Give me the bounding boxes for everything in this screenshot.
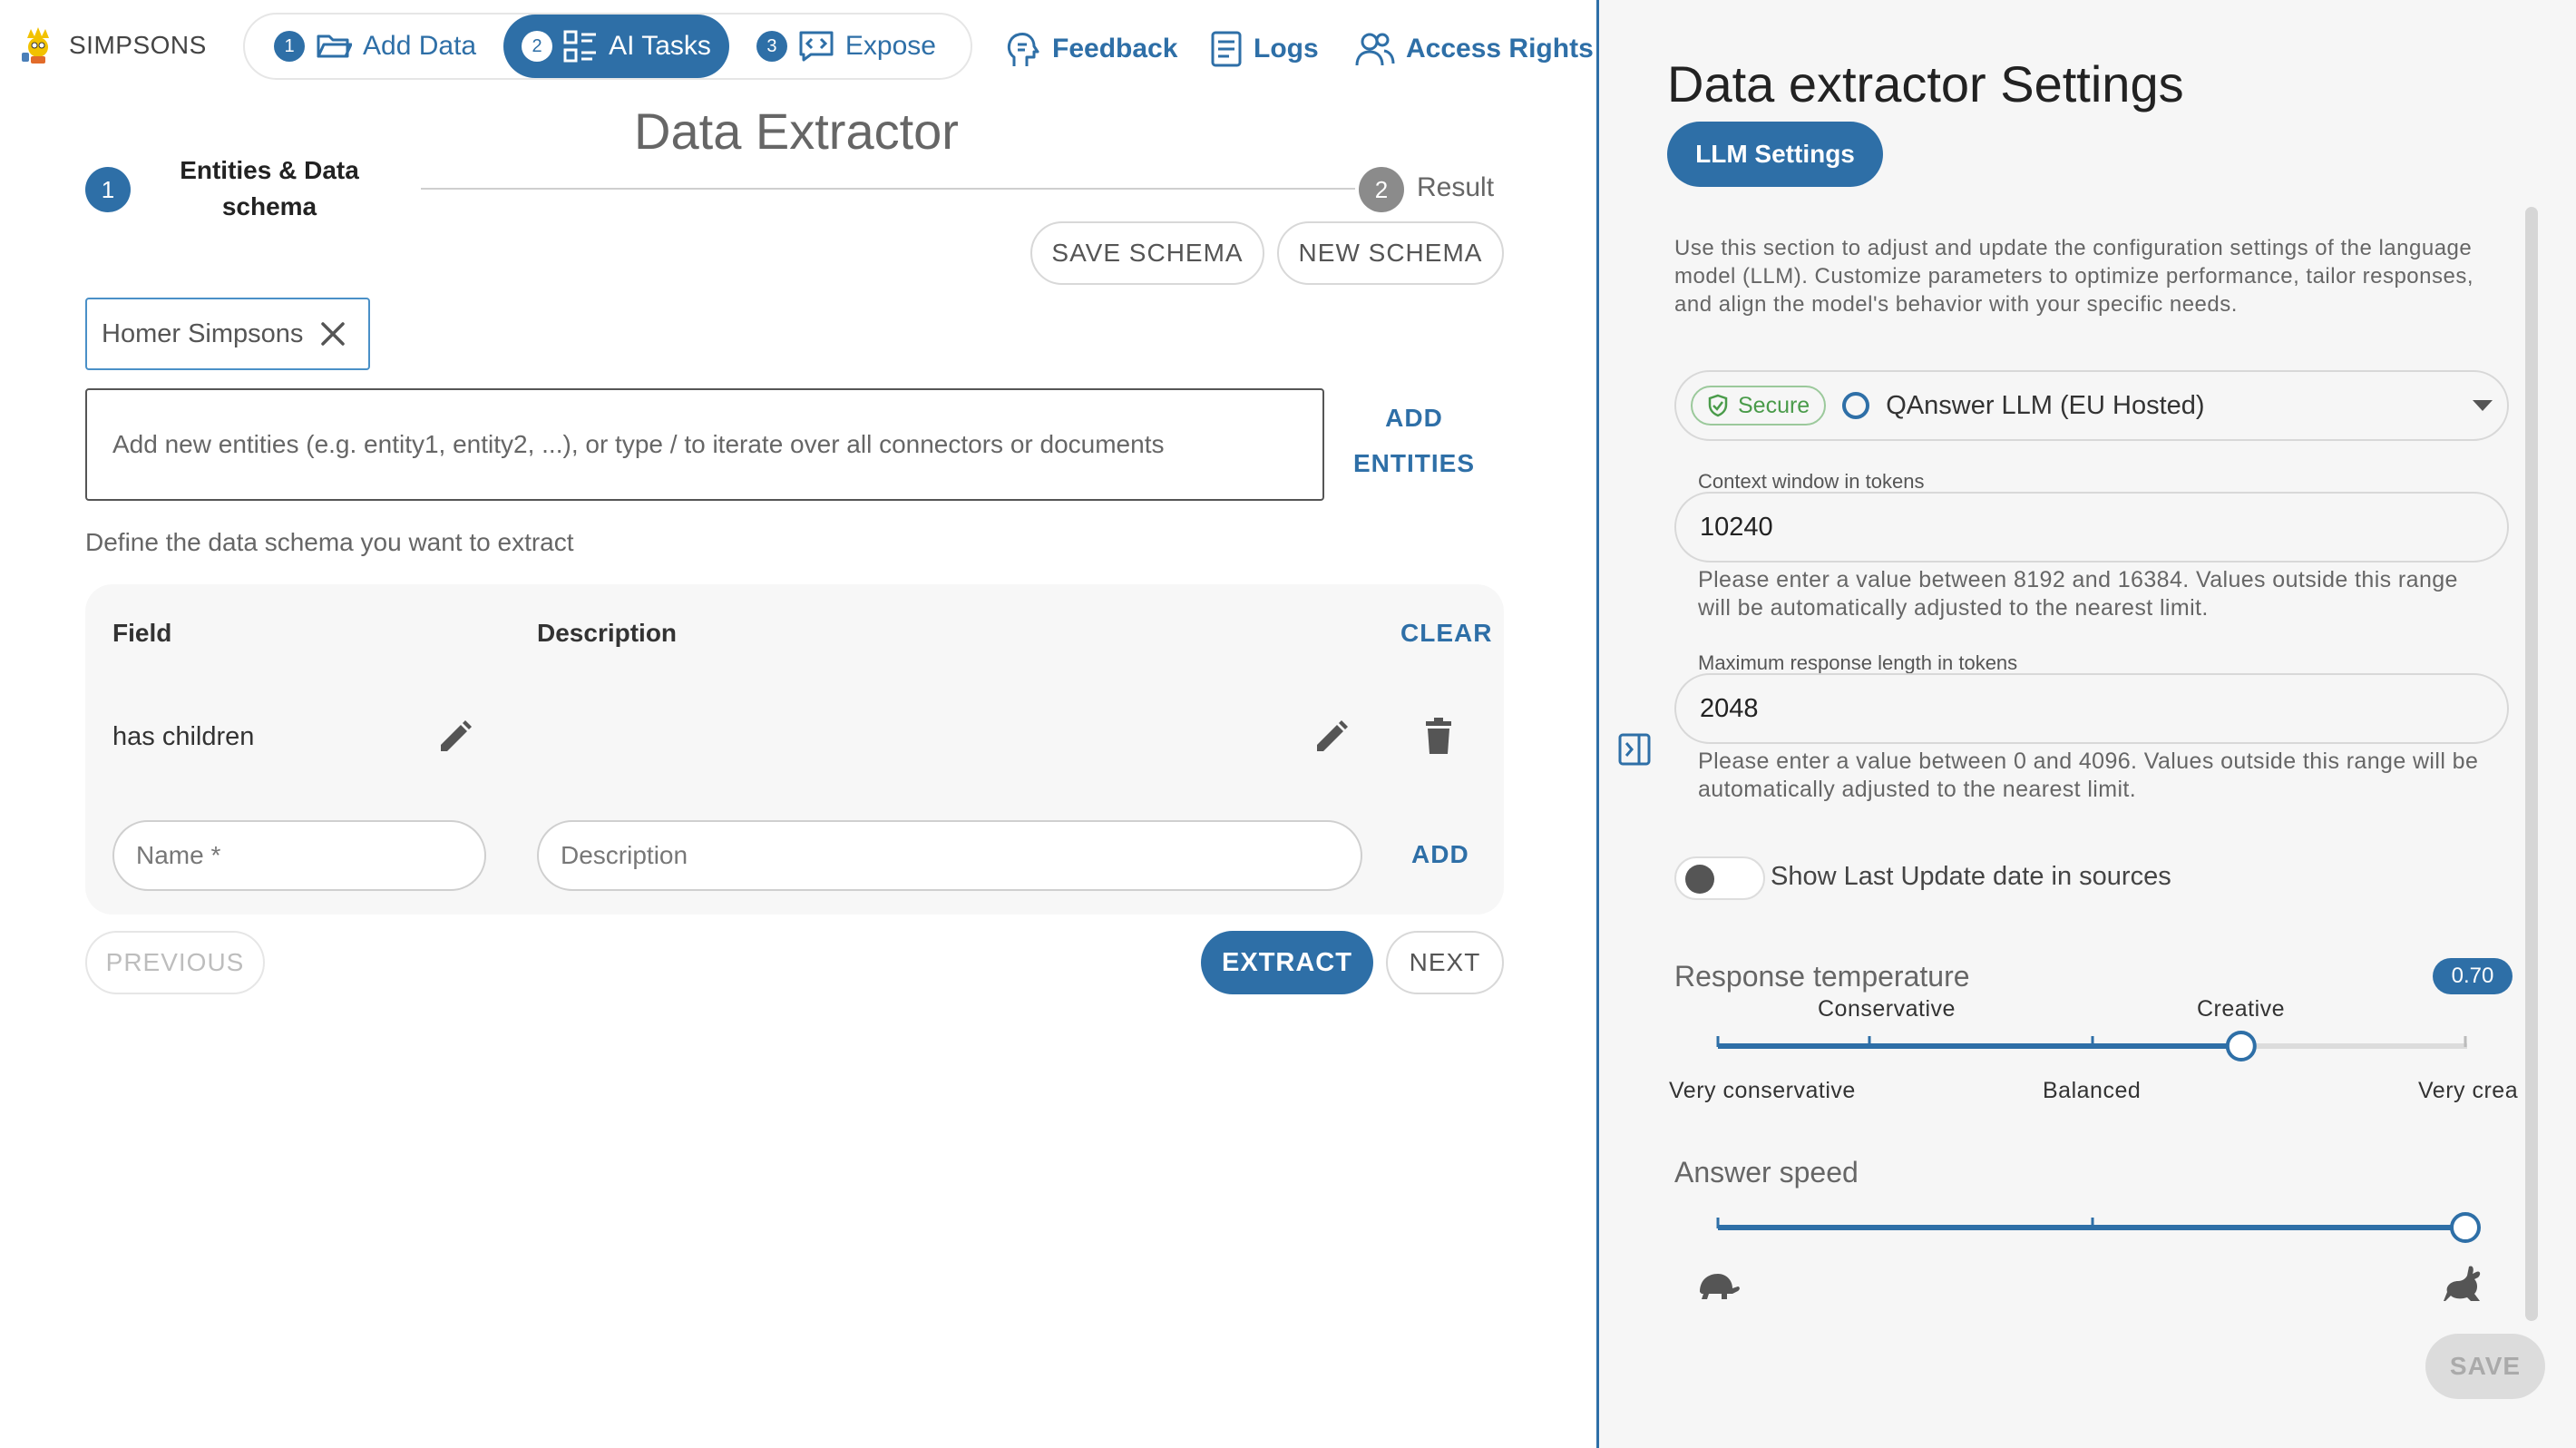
clear-button[interactable]: CLEAR: [1400, 619, 1492, 648]
field-description-input[interactable]: Description: [537, 820, 1362, 891]
field-name-placeholder: Name *: [136, 841, 221, 869]
previous-button[interactable]: PREVIOUS: [85, 931, 265, 994]
context-window-value: 10240: [1700, 512, 1773, 542]
temperature-mark-very-creative: Very crea: [2418, 1078, 2519, 1103]
temperature-mark-balanced: Balanced: [2043, 1078, 2142, 1103]
access-rights-link[interactable]: Access Rights: [1355, 24, 1594, 74]
edit-field-icon[interactable]: [434, 715, 477, 758]
column-header-description: Description: [537, 619, 678, 647]
nav-step-add-data[interactable]: 1 Add Data: [256, 15, 494, 78]
max-response-label: Maximum response length in tokens: [1691, 651, 2025, 675]
secure-badge: Secure: [1691, 386, 1827, 426]
model-status-icon: [1842, 392, 1870, 419]
max-response-value: 2048: [1700, 693, 1759, 723]
temperature-mark-conservative: Conservative: [1818, 996, 1956, 1022]
shield-check-icon: [1707, 394, 1729, 417]
temperature-slider-thumb[interactable]: [2225, 1031, 2257, 1062]
nav-step-ai-tasks[interactable]: 2 AI Tasks: [503, 15, 729, 78]
entity-chip-label: Homer Simpsons: [102, 318, 304, 348]
add-field-button[interactable]: ADD: [1411, 840, 1469, 869]
entity-input-placeholder: Add new entities (e.g. entity1, entity2,…: [112, 430, 1165, 458]
step-2-label: Result: [1417, 172, 1495, 202]
save-settings-button[interactable]: SAVE: [2425, 1334, 2545, 1399]
table-row-field: has children: [112, 722, 255, 751]
field-name-input[interactable]: Name *: [112, 820, 486, 891]
temperature-mark-very-conservative: Very conservative: [1669, 1078, 1856, 1103]
tab-llm-settings[interactable]: LLM Settings: [1667, 122, 1883, 187]
temperature-value-badge: 0.70: [2433, 958, 2513, 994]
answer-speed-label: Answer speed: [1674, 1156, 1859, 1189]
close-icon[interactable]: [319, 320, 346, 347]
step-1-label: Entities & Data schema: [154, 152, 385, 225]
extract-button[interactable]: EXTRACT: [1201, 931, 1373, 994]
entity-chip: Homer Simpsons: [85, 298, 370, 370]
nav-step-expose[interactable]: 3 Expose: [738, 15, 954, 78]
next-button[interactable]: NEXT: [1386, 931, 1504, 994]
nav-step-label: AI Tasks: [609, 31, 711, 61]
brand[interactable]: SIMPSONS: [20, 25, 207, 65]
stepper-connector: [421, 188, 1355, 190]
collapse-panel-icon[interactable]: [1616, 731, 1653, 768]
rabbit-icon: [2442, 1263, 2487, 1305]
edit-description-icon[interactable]: [1310, 715, 1353, 758]
panel-title: Data extractor Settings: [1667, 55, 2184, 113]
brand-name: SIMPSONS: [69, 31, 207, 59]
schema-hint: Define the data schema you want to extra…: [85, 528, 574, 556]
list-checks-icon: [563, 30, 598, 63]
step-1-label-line1: Entities & Data: [180, 156, 359, 184]
nav-step-label: Expose: [844, 31, 936, 61]
last-update-toggle-label: Show Last Update date in sources: [1771, 862, 2171, 891]
secure-badge-label: Secure: [1738, 392, 1810, 418]
max-response-input[interactable]: 2048: [1674, 673, 2509, 744]
access-rights-label: Access Rights: [1406, 34, 1594, 64]
answer-speed-slider[interactable]: [1705, 1203, 2485, 1257]
feedback-link[interactable]: Feedback: [1005, 24, 1177, 74]
context-window-input[interactable]: 10240: [1674, 492, 2509, 563]
feedback-head-icon: [1005, 30, 1041, 68]
model-select[interactable]: Secure QAnswer LLM (EU Hosted): [1674, 370, 2509, 441]
simpsons-logo-icon: [20, 25, 56, 65]
context-window-help: Please enter a value between 8192 and 16…: [1698, 567, 2458, 621]
panel-description: Use this section to adjust and update th…: [1674, 236, 2474, 317]
max-response-help: Please enter a value between 0 and 4096.…: [1698, 748, 2479, 802]
temperature-slider[interactable]: [1705, 1020, 2485, 1074]
logs-label: Logs: [1254, 34, 1319, 64]
nav-step-number: 1: [274, 31, 305, 62]
context-window-label: Context window in tokens: [1691, 470, 1932, 494]
speed-slider-thumb[interactable]: [2450, 1212, 2481, 1243]
nav-step-number: 3: [756, 31, 787, 62]
toggle-knob: [1685, 865, 1714, 894]
turtle-icon: [1694, 1267, 1742, 1303]
nav-step-number: 2: [522, 31, 553, 62]
users-icon: [1355, 31, 1395, 67]
document-list-icon: [1210, 30, 1243, 68]
add-entities-button[interactable]: ADD ENTITIES: [1337, 396, 1491, 486]
folder-open-icon: [316, 31, 352, 62]
chevron-down-icon: [2473, 400, 2493, 411]
add-entities-line1: ADD: [1385, 404, 1443, 432]
column-header-field: Field: [112, 619, 172, 647]
panel-divider[interactable]: [1596, 0, 1599, 1448]
temperature-label: Response temperature: [1674, 960, 1970, 993]
entity-input[interactable]: Add new entities (e.g. entity1, entity2,…: [85, 388, 1324, 501]
logs-link[interactable]: Logs: [1210, 24, 1319, 74]
last-update-toggle[interactable]: [1674, 856, 1765, 900]
temperature-mark-creative: Creative: [2197, 996, 2286, 1022]
new-schema-button[interactable]: NEW SCHEMA: [1277, 221, 1504, 285]
step-2-indicator: 2: [1359, 167, 1404, 212]
trash-icon[interactable]: [1417, 715, 1460, 758]
save-schema-button[interactable]: SAVE SCHEMA: [1030, 221, 1264, 285]
field-description-placeholder: Description: [561, 841, 688, 869]
step-1-indicator: 1: [85, 167, 131, 212]
panel-scrollbar[interactable]: [2525, 207, 2538, 1321]
add-entities-line2: ENTITIES: [1352, 449, 1475, 477]
nav-step-label: Add Data: [363, 31, 477, 61]
workflow-stepper: 1 Add Data 2 AI Tasks 3 Expose: [243, 13, 972, 80]
code-bubble-icon: [798, 30, 834, 63]
model-select-value: QAnswer LLM (EU Hosted): [1886, 390, 2205, 420]
feedback-label: Feedback: [1052, 34, 1178, 64]
step-1-label-line2: schema: [221, 192, 317, 220]
